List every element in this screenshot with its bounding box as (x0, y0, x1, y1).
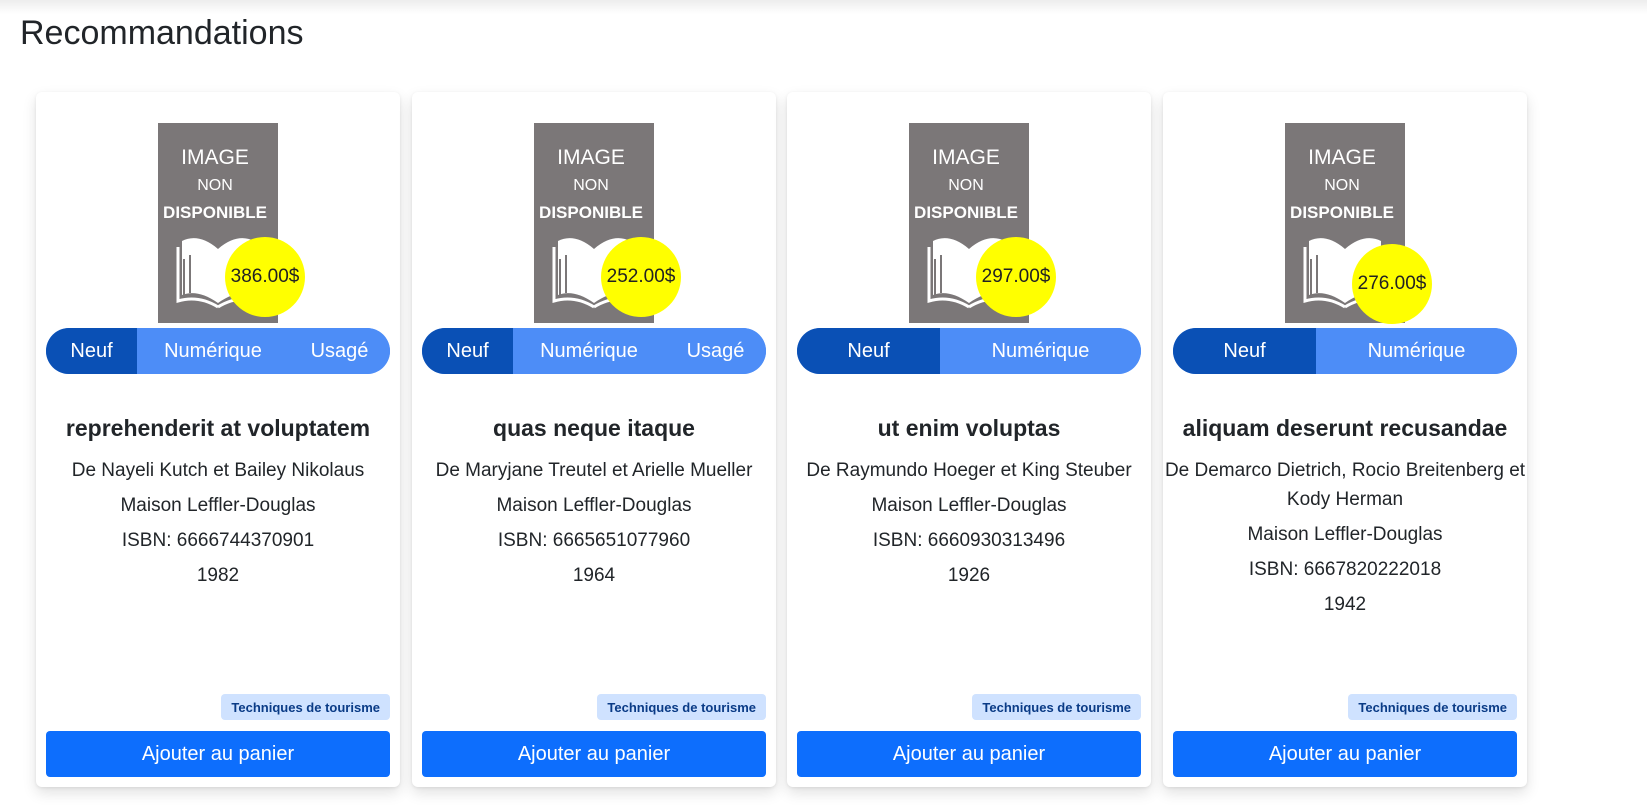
svg-text:NON: NON (1324, 177, 1360, 194)
book-authors: De Raymundo Hoeger et King Steuber (806, 460, 1132, 481)
section-title: Recommandations (20, 14, 304, 52)
add-to-cart-button[interactable]: Ajouter au panier (797, 731, 1141, 777)
book-cover[interactable]: IMAGE NON DISPONIBLE 252.00$ (534, 123, 681, 323)
format-option-usage[interactable]: Usagé (665, 328, 766, 374)
book-cover[interactable]: IMAGE NON DISPONIBLE 386.00$ (158, 123, 305, 323)
price-badge: 252.00$ (601, 237, 681, 317)
book-isbn: ISBN: 6660930313496 (872, 530, 1066, 551)
format-option-usage[interactable]: Usagé (289, 328, 390, 374)
book-cover[interactable]: IMAGE NON DISPONIBLE 276.00$ (1285, 123, 1432, 324)
book-title[interactable]: quas neque itaque (412, 412, 776, 444)
svg-text:IMAGE: IMAGE (932, 146, 1000, 169)
svg-text:NON: NON (573, 177, 609, 194)
book-isbn: ISBN: 6666744370901 (121, 530, 315, 551)
format-option-numerique[interactable]: Numérique (940, 328, 1141, 374)
format-option-neuf[interactable]: Neuf (797, 328, 940, 374)
add-to-cart-button[interactable]: Ajouter au panier (1173, 731, 1517, 777)
svg-text:NON: NON (948, 177, 984, 194)
svg-text:DISPONIBLE: DISPONIBLE (539, 203, 643, 222)
book-details: De Maryjane Treutel et Arielle Mueller M… (412, 453, 776, 593)
svg-text:IMAGE: IMAGE (1308, 146, 1376, 169)
book-card: IMAGE NON DISPONIBLE 386.00$ Neuf Numéri… (36, 92, 400, 787)
svg-text:DISPONIBLE: DISPONIBLE (1290, 203, 1394, 222)
book-card: IMAGE NON DISPONIBLE 276.00$ Neuf Numéri… (1163, 92, 1527, 787)
book-cover[interactable]: IMAGE NON DISPONIBLE 297.00$ (909, 123, 1056, 323)
format-selector: Neuf Numérique (1173, 328, 1517, 374)
price-badge: 297.00$ (976, 237, 1056, 317)
book-authors: De Nayeli Kutch et Bailey Nikolaus (71, 460, 365, 481)
book-card: IMAGE NON DISPONIBLE 252.00$ Neuf Numéri… (412, 92, 776, 787)
book-year: 1942 (1323, 594, 1367, 615)
format-selector: Neuf Numérique Usagé (46, 328, 390, 374)
svg-text:DISPONIBLE: DISPONIBLE (914, 203, 1018, 222)
category-badge: Techniques de tourisme (1348, 694, 1517, 720)
svg-text:DISPONIBLE: DISPONIBLE (163, 203, 267, 222)
book-title[interactable]: ut enim voluptas (787, 412, 1151, 444)
book-publisher: Maison Leffler-Douglas (871, 495, 1067, 516)
format-selector: Neuf Numérique (797, 328, 1141, 374)
add-to-cart-button[interactable]: Ajouter au panier (46, 731, 390, 777)
book-title[interactable]: aliquam deserunt recusandae (1163, 412, 1527, 444)
book-isbn: ISBN: 6665651077960 (497, 530, 691, 551)
book-card: IMAGE NON DISPONIBLE 297.00$ Neuf Numéri… (787, 92, 1151, 787)
format-option-neuf[interactable]: Neuf (1173, 328, 1316, 374)
category-badge: Techniques de tourisme (972, 694, 1141, 720)
book-details: De Demarco Dietrich, Rocio Breitenberg e… (1163, 453, 1527, 622)
book-isbn: ISBN: 6667820222018 (1248, 559, 1442, 580)
book-authors: De Demarco Dietrich, Rocio Breitenberg e… (1164, 460, 1526, 510)
book-details: De Nayeli Kutch et Bailey Nikolaus Maiso… (36, 453, 400, 593)
add-to-cart-button[interactable]: Ajouter au panier (422, 731, 766, 777)
format-option-numerique[interactable]: Numérique (513, 328, 665, 374)
book-publisher: Maison Leffler-Douglas (496, 495, 692, 516)
book-details: De Raymundo Hoeger et King Steuber Maiso… (787, 453, 1151, 593)
format-option-numerique[interactable]: Numérique (1316, 328, 1517, 374)
category-badge: Techniques de tourisme (597, 694, 766, 720)
book-authors: De Maryjane Treutel et Arielle Mueller (435, 460, 753, 481)
format-selector: Neuf Numérique Usagé (422, 328, 766, 374)
book-publisher: Maison Leffler-Douglas (1247, 524, 1443, 545)
category-badge: Techniques de tourisme (221, 694, 390, 720)
svg-text:IMAGE: IMAGE (181, 146, 249, 169)
format-option-numerique[interactable]: Numérique (137, 328, 289, 374)
price-badge: 276.00$ (1352, 244, 1432, 324)
book-title[interactable]: reprehenderit at voluptatem (36, 412, 400, 444)
recommendations-list: IMAGE NON DISPONIBLE 386.00$ Neuf Numéri… (36, 92, 1636, 792)
format-option-neuf[interactable]: Neuf (46, 328, 137, 374)
book-year: 1964 (572, 565, 616, 586)
book-publisher: Maison Leffler-Douglas (120, 495, 316, 516)
price-badge: 386.00$ (225, 237, 305, 317)
svg-text:IMAGE: IMAGE (557, 146, 625, 169)
svg-text:NON: NON (197, 177, 233, 194)
book-year: 1926 (947, 565, 991, 586)
book-year: 1982 (196, 565, 240, 586)
format-option-neuf[interactable]: Neuf (422, 328, 513, 374)
